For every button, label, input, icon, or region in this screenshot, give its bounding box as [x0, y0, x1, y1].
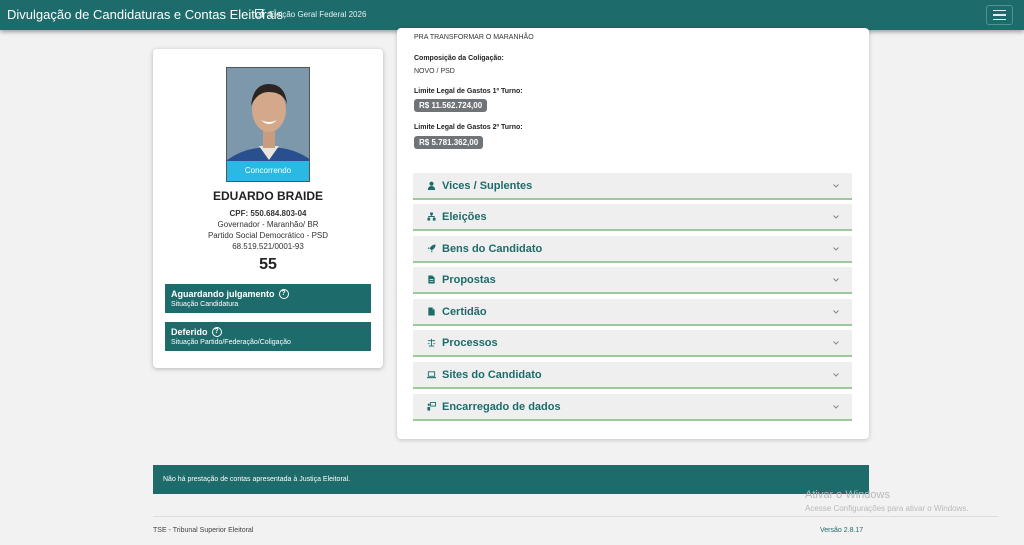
candidate-cpf: CPF: 550.684.803-04	[229, 209, 307, 218]
candidate-office: Governador - Maranhão/ BR	[217, 220, 319, 229]
accordion-label: Propostas	[442, 273, 496, 286]
app-title[interactable]: Divulgação de Candidaturas e Contas Elei…	[7, 7, 283, 22]
accordion-propostas[interactable]: Propostas	[413, 267, 852, 294]
file-icon	[426, 307, 436, 317]
accordion-label: Sites do Candidato	[442, 368, 542, 381]
accordion-processos[interactable]: Processos	[413, 330, 852, 357]
candidacy-status-box: Aguardando julgamento ? Situação Candida…	[165, 284, 371, 313]
candidate-cnpj: 68.519.521/0001-93	[232, 242, 304, 251]
party-status-box: Deferido ? Situação Partido/Federação/Co…	[165, 322, 371, 351]
candidacy-status-title: Aguardando julgamento	[171, 289, 275, 299]
election-label: Eleição Geral Federal 2026	[269, 9, 367, 19]
accordion-label: Certidão	[442, 305, 487, 318]
chevron-down-icon	[833, 278, 839, 282]
windows-activation-watermark: Ativar o Windows Acesse Configurações pa…	[805, 489, 969, 513]
candidacy-status-subtitle: Situação Candidatura	[171, 301, 239, 308]
spending-limit-2-label: Limite Legal de Gastos 2º Turno:	[414, 124, 523, 131]
laptop-icon	[426, 370, 436, 380]
accordion-encarregado-dados[interactable]: Encarregado de dados	[413, 394, 852, 421]
sitemap-icon	[426, 212, 436, 222]
candidate-number: 55	[259, 256, 277, 273]
accordion-certidao[interactable]: Certidão	[413, 299, 852, 326]
footer-org: TSE - Tribunal Superior Eleitoral	[153, 527, 254, 534]
footer-divider	[153, 516, 998, 517]
top-navbar: Divulgação de Candidaturas e Contas Elei…	[0, 0, 1024, 30]
candidate-info: CPF: 550.684.803-04 Governador - Maranhã…	[153, 208, 383, 252]
rocket-icon	[426, 244, 436, 254]
coalition-name: PRA TRANSFORMAR O MARANHÃO	[414, 34, 534, 41]
footer-version: Versão 2.8.17	[820, 527, 864, 534]
accordion-label: Vices / Suplentes	[442, 179, 533, 192]
accordion-label: Eleições	[442, 210, 487, 223]
accordion-label: Bens do Candidato	[442, 242, 543, 255]
watermark-title: Ativar o Windows	[805, 489, 890, 501]
chevron-down-icon	[833, 341, 839, 345]
accordion-sites-candidato[interactable]: Sites do Candidato	[413, 362, 852, 389]
candidate-name: EDUARDO BRAIDE	[212, 189, 323, 203]
help-icon[interactable]: ?	[211, 327, 222, 337]
edit-icon	[255, 8, 265, 20]
spending-limit-2-value: R$ 5.781.362,00	[414, 136, 484, 149]
scale-icon	[426, 338, 436, 348]
composition-value: NOVO / PSD	[414, 68, 455, 75]
chevron-down-icon	[833, 373, 839, 377]
candidate-details-card: PRA TRANSFORMAR O MARANHÃO Composição da…	[397, 28, 869, 439]
document-icon	[426, 275, 436, 285]
chevron-down-icon	[833, 310, 839, 314]
candidate-card: Concorrendo EDUARDO BRAIDE CPF: 550.684.…	[153, 49, 383, 368]
chevron-down-icon	[833, 405, 839, 409]
status-badge: Concorrendo	[227, 161, 309, 181]
election-selector[interactable]: Eleição Geral Federal 2026	[255, 8, 366, 20]
accordion-label: Processos	[442, 336, 498, 349]
party-status-title: Deferido	[171, 327, 208, 337]
chevron-down-icon	[833, 247, 839, 251]
menu-bar-icon	[993, 14, 1006, 16]
chevron-down-icon	[833, 184, 839, 188]
chevron-down-icon	[833, 215, 839, 219]
candidate-photo: Concorrendo	[226, 67, 310, 182]
help-icon[interactable]: ?	[278, 289, 289, 299]
menu-bar-icon	[993, 18, 1006, 21]
user-icon	[426, 181, 436, 191]
spending-limit-1-label: Limite Legal de Gastos 1º Turno:	[414, 88, 523, 95]
menu-bar-icon	[993, 9, 1006, 12]
party-status-subtitle: Situação Partido/Federação/Coligação	[171, 339, 291, 346]
spending-limit-1-value: R$ 11.562.724,00	[414, 99, 488, 112]
accordion-vices-suplentes[interactable]: Vices / Suplentes	[413, 173, 852, 200]
accordion-bens-candidato[interactable]: Bens do Candidato	[413, 236, 852, 263]
person-board-icon	[426, 402, 436, 412]
accordion-eleicoes[interactable]: Eleições	[413, 204, 852, 231]
watermark-subtitle: Acesse Configurações para ativar o Windo…	[805, 504, 969, 513]
accordion-label: Encarregado de dados	[442, 400, 561, 413]
composition-label: Composição da Coligação:	[414, 55, 504, 62]
accounts-notice: Não há prestação de contas apresentada à…	[153, 465, 869, 494]
hamburger-menu-button[interactable]	[986, 5, 1013, 25]
candidate-party: Partido Social Democrático - PSD	[207, 231, 329, 240]
